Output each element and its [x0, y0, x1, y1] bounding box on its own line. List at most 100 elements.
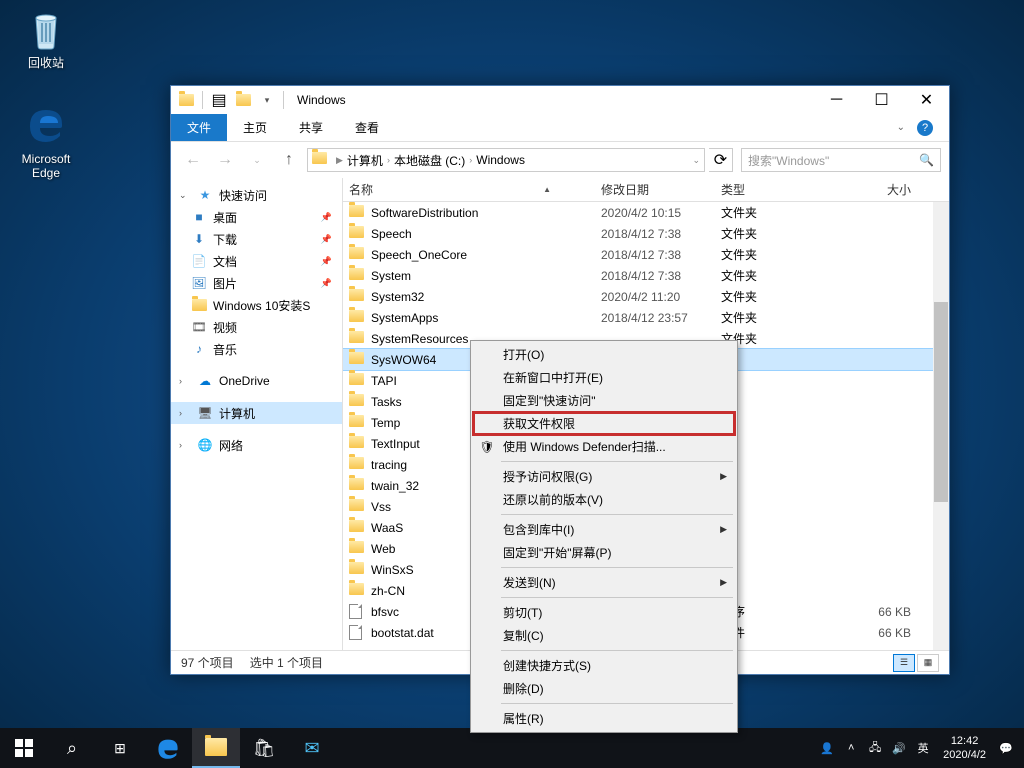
task-view-button[interactable]: ⊞ — [96, 728, 144, 768]
nav-computer[interactable]: ›🖥计算机 — [171, 402, 342, 424]
refresh-button[interactable]: ⟳ — [709, 148, 733, 172]
file-row[interactable]: System322020/4/2 11:20文件夹 — [343, 286, 949, 307]
trash-icon — [22, 4, 70, 52]
nav-up-button[interactable]: ↑ — [275, 146, 303, 174]
file-type: 文件夹 — [721, 267, 841, 284]
tb-explorer[interactable] — [192, 728, 240, 768]
nav-downloads[interactable]: ⬇下载📌 — [171, 228, 342, 250]
qat-folder-icon[interactable] — [232, 89, 254, 111]
tab-home[interactable]: 主页 — [227, 114, 283, 141]
nav-quick-access[interactable]: ⌄★快速访问 — [171, 184, 342, 206]
nav-win10-install[interactable]: Windows 10安装S — [171, 294, 342, 316]
file-row[interactable]: Speech2018/4/12 7:38文件夹 — [343, 223, 949, 244]
ribbon-expand[interactable]: ⌄? — [881, 114, 949, 141]
search-button[interactable]: ⌕ — [48, 728, 96, 768]
nav-history-button[interactable]: ⌄ — [243, 146, 271, 174]
folder-icon — [349, 352, 365, 368]
nav-onedrive[interactable]: ›☁OneDrive — [171, 370, 342, 392]
scrollbar[interactable] — [933, 202, 949, 650]
file-icon — [349, 604, 365, 620]
tab-view[interactable]: 查看 — [339, 114, 395, 141]
tray-notifications-icon[interactable]: 💬 — [994, 728, 1018, 768]
breadcrumb-dropdown-icon[interactable]: ⌄ — [692, 155, 700, 166]
tb-store[interactable]: 🛍 — [240, 728, 288, 768]
tray-network-icon[interactable]: 🖧 — [863, 728, 887, 768]
tray-up-icon[interactable]: ˄ — [839, 728, 863, 768]
folder-icon — [349, 541, 365, 557]
col-size-header[interactable]: 大小 — [841, 181, 911, 198]
tray-clock[interactable]: 12:42 2020/4/2 — [935, 734, 994, 762]
file-date: 2020/4/2 10:15 — [601, 206, 721, 220]
qat-props-icon[interactable]: ▤ — [208, 89, 230, 111]
ctx-defender-scan[interactable]: 🛡使用 Windows Defender扫描... — [473, 435, 735, 458]
ctx-open[interactable]: 打开(O) — [473, 343, 735, 366]
file-type: 夹 — [721, 393, 841, 410]
maximize-button[interactable]: ☐ — [859, 86, 904, 114]
file-row[interactable]: SoftwareDistribution2020/4/2 10:15文件夹 — [343, 202, 949, 223]
ctx-restore-prev[interactable]: 还原以前的版本(V) — [473, 488, 735, 511]
file-type: 夹 — [721, 372, 841, 389]
scrollbar-thumb[interactable] — [934, 302, 948, 502]
shield-icon: 🛡 — [479, 439, 495, 455]
breadcrumb-computer[interactable]: 计算机 — [345, 152, 385, 169]
tab-file[interactable]: 文件 — [171, 114, 227, 141]
file-type: 文件夹 — [721, 204, 841, 221]
ctx-cut[interactable]: 剪切(T) — [473, 601, 735, 624]
col-type-header[interactable]: 类型 — [721, 181, 841, 198]
ctx-delete[interactable]: 删除(D) — [473, 677, 735, 700]
title-bar[interactable]: ▤ ▾ Windows ─ ☐ ✕ — [171, 86, 949, 114]
nav-desktop[interactable]: ■桌面📌 — [171, 206, 342, 228]
nav-pictures[interactable]: 🖼图片📌 — [171, 272, 342, 294]
tb-mail[interactable]: ✉ — [288, 728, 336, 768]
ctx-send-to[interactable]: 发送到(N)▶ — [473, 571, 735, 594]
nav-network[interactable]: ›🌐网络 — [171, 434, 342, 456]
chevron-right-icon[interactable]: ▶ — [336, 155, 343, 166]
ctx-get-permission[interactable]: 获取文件权限 — [473, 412, 735, 435]
ctx-pin-quick[interactable]: 固定到"快速访问" — [473, 389, 735, 412]
file-row[interactable]: SystemApps2018/4/12 23:57文件夹 — [343, 307, 949, 328]
view-details-button[interactable]: ☰ — [893, 654, 915, 672]
edge-icon[interactable]: Microsoft Edge — [8, 100, 84, 180]
breadcrumb-drive[interactable]: 本地磁盘 (C:) — [392, 152, 467, 169]
file-type: 夹 — [721, 582, 841, 599]
minimize-button[interactable]: ─ — [814, 86, 859, 114]
chevron-right-icon: ▶ — [720, 471, 727, 482]
ctx-properties[interactable]: 属性(R) — [473, 707, 735, 730]
nav-forward-button[interactable]: → — [211, 146, 239, 174]
tab-share[interactable]: 共享 — [283, 114, 339, 141]
folder-icon — [349, 520, 365, 536]
folder-icon — [349, 436, 365, 452]
recycle-bin-icon[interactable]: 回收站 — [8, 4, 84, 70]
nav-music[interactable]: ♪音乐 — [171, 338, 342, 360]
tray-ime[interactable]: 英 — [911, 728, 935, 768]
tb-edge[interactable] — [144, 728, 192, 768]
breadcrumb[interactable]: ▶ 计算机 › 本地磁盘 (C:) › Windows ⌄ — [307, 148, 705, 172]
search-input[interactable]: 搜索"Windows" 🔍 — [741, 148, 941, 172]
ctx-include-lib[interactable]: 包含到库中(I)▶ — [473, 518, 735, 541]
view-grid-button[interactable]: ▦ — [917, 654, 939, 672]
app-folder-icon — [175, 89, 197, 111]
col-date-header[interactable]: 修改日期 — [601, 181, 721, 198]
help-icon[interactable]: ? — [917, 120, 933, 136]
file-type: 夹 — [721, 561, 841, 578]
file-type: 夹 — [721, 477, 841, 494]
qat-dropdown-icon[interactable]: ▾ — [256, 89, 278, 111]
nav-documents[interactable]: 📄文档📌 — [171, 250, 342, 272]
file-row[interactable]: System2018/4/12 7:38文件夹 — [343, 265, 949, 286]
ctx-pin-start[interactable]: 固定到"开始"屏幕(P) — [473, 541, 735, 564]
nav-back-button[interactable]: ← — [179, 146, 207, 174]
breadcrumb-folder[interactable]: Windows — [474, 153, 527, 167]
nav-videos[interactable]: 🎞视频 — [171, 316, 342, 338]
folder-icon — [349, 331, 365, 347]
ctx-shortcut[interactable]: 创建快捷方式(S) — [473, 654, 735, 677]
ctx-open-new-window[interactable]: 在新窗口中打开(E) — [473, 366, 735, 389]
file-row[interactable]: Speech_OneCore2018/4/12 7:38文件夹 — [343, 244, 949, 265]
col-name-header[interactable]: 名称▲ — [349, 181, 601, 198]
start-button[interactable] — [0, 728, 48, 768]
breadcrumb-folder-icon — [312, 152, 328, 168]
tray-people-icon[interactable]: 👤 — [815, 728, 839, 768]
tray-volume-icon[interactable]: 🔊 — [887, 728, 911, 768]
ctx-copy[interactable]: 复制(C) — [473, 624, 735, 647]
close-button[interactable]: ✕ — [904, 86, 949, 114]
ctx-grant-access[interactable]: 授予访问权限(G)▶ — [473, 465, 735, 488]
